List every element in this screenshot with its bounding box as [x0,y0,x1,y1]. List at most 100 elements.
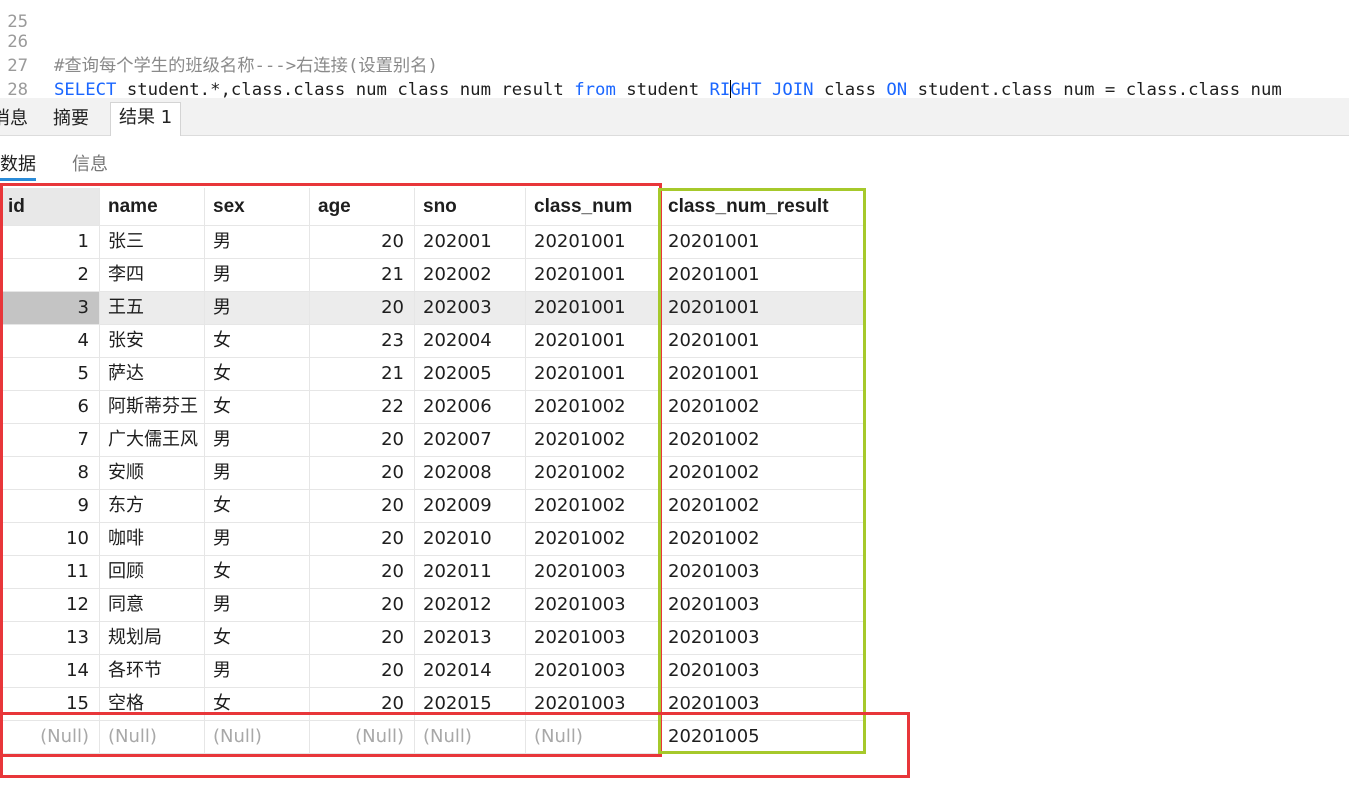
cell-id[interactable]: 4 [0,325,100,358]
subtab-data[interactable]: 数据 [0,150,36,181]
cell-sno[interactable]: 202004 [415,325,526,358]
cell-sex[interactable]: 女 [205,622,310,655]
cell-id[interactable]: 5 [0,358,100,391]
cell-sex[interactable]: 女 [205,391,310,424]
table-row[interactable]: 15 空格女 20 202015 20201003 20201003 [0,688,864,721]
cell-sno[interactable]: 202008 [415,457,526,490]
cell-name[interactable]: 张安 [100,325,205,358]
cell-name[interactable]: 阿斯蒂芬王 [100,391,205,424]
tab-messages[interactable]: 消息 [0,104,28,134]
cell-name[interactable]: 回顾 [100,556,205,589]
table-row[interactable]: 5 萨达女 21 202005 20201001 20201001 [0,358,864,391]
cell-sex[interactable]: 男 [205,424,310,457]
column-header-sno[interactable]: sno [415,188,526,226]
cell-class-num-result[interactable]: 20201002 [660,391,864,424]
cell-age[interactable]: 21 [310,358,415,391]
cell-id[interactable]: 13 [0,622,100,655]
cell-sno[interactable]: 202012 [415,589,526,622]
cell-class-num[interactable]: 20201002 [526,490,660,523]
cell-sex[interactable]: 男 [205,655,310,688]
cell-class-num-result[interactable]: 20201001 [660,226,864,259]
cell-id[interactable]: 11 [0,556,100,589]
cell-id[interactable]: 2 [0,259,100,292]
cell-name[interactable]: 空格 [100,688,205,721]
table-row[interactable]: (Null) (Null) (Null) (Null) (Null) (Null) 2020… [0,721,864,754]
cell-class-num-result[interactable]: 20201002 [660,424,864,457]
cell-class-num[interactable]: 20201001 [526,259,660,292]
cell-class-num[interactable]: 20201002 [526,424,660,457]
cell-name[interactable]: 安顺 [100,457,205,490]
cell-sno[interactable]: 202003 [415,292,526,325]
subtab-info[interactable]: 信息 [72,150,108,176]
column-header-sex[interactable]: sex [205,188,310,226]
cell-name[interactable]: 广大儒王风 [100,424,205,457]
cell-class-num-result[interactable]: 20201001 [660,358,864,391]
cell-name[interactable]: 东方 [100,490,205,523]
cell-class-num[interactable]: 20201002 [526,523,660,556]
cell-class-num-result[interactable]: 20201003 [660,622,864,655]
cell-age[interactable]: 21 [310,259,415,292]
cell-class-num[interactable]: 20201001 [526,325,660,358]
table-row[interactable]: 2 李四男 21 202002 20201001 20201001 [0,259,864,292]
cell-name[interactable]: 李四 [100,259,205,292]
cell-id[interactable]: 7 [0,424,100,457]
cell-sno[interactable]: 202005 [415,358,526,391]
cell-class-num[interactable]: 20201003 [526,622,660,655]
column-header-id[interactable]: id [0,188,100,226]
column-header-age[interactable]: age [310,188,415,226]
table-row[interactable]: 12 同意男 20 202012 20201003 20201003 [0,589,864,622]
cell-class-num-result[interactable]: 20201001 [660,292,864,325]
table-row[interactable]: 4 张安女 23 202004 20201001 20201001 [0,325,864,358]
cell-sno[interactable]: 202013 [415,622,526,655]
cell-id[interactable]: 8 [0,457,100,490]
cell-age[interactable]: 20 [310,589,415,622]
cell-sex[interactable]: 男 [205,589,310,622]
cell-sno[interactable]: 202002 [415,259,526,292]
cell-class-num-result[interactable]: 20201001 [660,259,864,292]
cell-sno[interactable]: 202001 [415,226,526,259]
cell-age[interactable]: 20 [310,622,415,655]
cell-sex[interactable]: 男 [205,523,310,556]
cell-sex[interactable]: 男 [205,226,310,259]
cell-class-num-result[interactable]: 20201003 [660,688,864,721]
column-header-class-num[interactable]: class_num [526,188,660,226]
cell-sno[interactable]: 202006 [415,391,526,424]
cell-class-num-result[interactable]: 20201005 [660,721,864,754]
cell-age[interactable]: 20 [310,424,415,457]
cell-id[interactable]: 14 [0,655,100,688]
table-row[interactable]: 14 各环节男 20 202014 20201003 20201003 [0,655,864,688]
cell-id[interactable]: 6 [0,391,100,424]
cell-class-num[interactable]: 20201001 [526,358,660,391]
cell-class-num[interactable]: 20201003 [526,589,660,622]
cell-class-num[interactable]: 20201002 [526,391,660,424]
cell-class-num[interactable]: 20201003 [526,655,660,688]
cell-class-num[interactable]: 20201001 [526,226,660,259]
cell-sno[interactable]: 202015 [415,688,526,721]
cell-sex[interactable]: 男 [205,259,310,292]
cell-id[interactable]: 15 [0,688,100,721]
cell-age[interactable]: 20 [310,556,415,589]
cell-age[interactable]: 20 [310,688,415,721]
cell-class-num[interactable]: 20201003 [526,688,660,721]
cell-id[interactable]: 1 [0,226,100,259]
cell-name[interactable]: 咖啡 [100,523,205,556]
cell-class-num-result[interactable]: 20201002 [660,490,864,523]
tab-summary[interactable]: 摘要 [53,104,89,134]
cell-age[interactable]: 20 [310,490,415,523]
cell-class-num-result[interactable]: 20201003 [660,556,864,589]
table-row[interactable]: 7 广大儒王风男 20 202007 20201002 20201002 [0,424,864,457]
cell-sex[interactable]: 女 [205,556,310,589]
cell-age[interactable]: 20 [310,226,415,259]
cell-name[interactable]: 王五 [100,292,205,325]
column-header-class-num-result[interactable]: class_num_result [660,188,864,226]
cell-sex[interactable]: 女 [205,490,310,523]
cell-sex[interactable]: 男 [205,292,310,325]
table-row[interactable]: 1 张三男 20 202001 20201001 20201001 [0,226,864,259]
cell-sno[interactable]: 202010 [415,523,526,556]
cell-age[interactable]: 23 [310,325,415,358]
cell-class-num-result[interactable]: 20201002 [660,523,864,556]
cell-class-num[interactable]: 20201002 [526,457,660,490]
cell-name[interactable]: 张三 [100,226,205,259]
sql-editor[interactable]: 25 26 #查询每个学生的班级名称--->右连接(设置别名) 27 SELEC… [0,0,1349,98]
cell-id[interactable]: 10 [0,523,100,556]
